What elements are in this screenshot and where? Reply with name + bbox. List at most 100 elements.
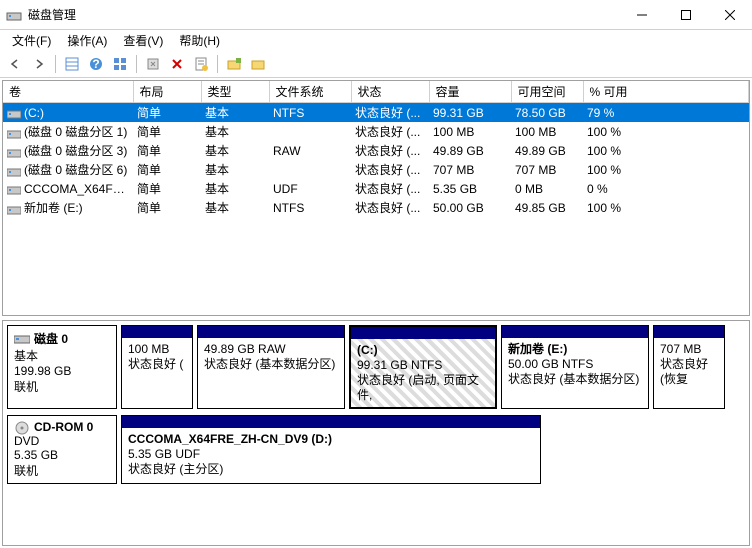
table-cell: 49.85 GB: [511, 198, 583, 217]
forward-button[interactable]: [28, 53, 50, 75]
menu-action[interactable]: 操作(A): [59, 30, 115, 51]
table-cell: 707 MB: [429, 160, 511, 179]
table-row[interactable]: (磁盘 0 磁盘分区 3)简单基本RAW状态良好 (...49.89 GB49.…: [3, 141, 749, 160]
column-header[interactable]: 卷: [3, 81, 133, 103]
disk-graphical-view: 磁盘 0 基本 199.98 GB 联机 100 MB状态良好 (49.89 G…: [2, 320, 750, 546]
partition-block[interactable]: 707 MB状态良好 (恢复: [653, 325, 725, 409]
table-cell: 49.89 GB: [511, 141, 583, 160]
view-grid-button[interactable]: [109, 53, 131, 75]
partition-header-bar: [502, 326, 648, 338]
partition-status: 状态良好 (主分区): [128, 462, 534, 477]
properties-button[interactable]: [190, 53, 212, 75]
partition-header-bar: [122, 326, 192, 338]
table-cell: 707 MB: [511, 160, 583, 179]
table-cell: UDF: [269, 179, 351, 198]
volume-name: (磁盘 0 磁盘分区 6): [24, 163, 127, 177]
table-cell: 简单: [133, 179, 201, 198]
column-header[interactable]: 类型: [201, 81, 269, 103]
delete-button[interactable]: [166, 53, 188, 75]
table-cell: 新加卷 (E:): [3, 198, 133, 217]
cdrom-icon: [14, 421, 30, 433]
partition-size: 99.31 GB NTFS: [357, 358, 489, 373]
column-header[interactable]: % 可用: [583, 81, 749, 103]
table-cell: 100 %: [583, 141, 749, 160]
drive-icon: [7, 108, 21, 118]
disk-state-0: 联机: [14, 378, 110, 395]
table-row[interactable]: (磁盘 0 磁盘分区 6)简单基本状态良好 (...707 MB707 MB10…: [3, 160, 749, 179]
volume-name: (磁盘 0 磁盘分区 1): [24, 125, 127, 139]
table-row[interactable]: (C:)简单基本NTFS状态良好 (...99.31 GB78.50 GB79 …: [3, 103, 749, 123]
folder-button[interactable]: [247, 53, 269, 75]
volume-table[interactable]: 卷布局类型文件系统状态容量可用空间% 可用 (C:)简单基本NTFS状态良好 (…: [2, 80, 750, 316]
svg-text:?: ?: [92, 57, 99, 71]
column-header[interactable]: 布局: [133, 81, 201, 103]
column-header[interactable]: 状态: [351, 81, 429, 103]
menu-view[interactable]: 查看(V): [115, 30, 171, 51]
menu-file[interactable]: 文件(F): [4, 30, 59, 51]
volume-name: (C:): [24, 106, 44, 120]
partition-status: 状态良好 (恢复: [660, 357, 718, 387]
column-header[interactable]: 容量: [429, 81, 511, 103]
table-cell: 状态良好 (...: [351, 179, 429, 198]
disk-row-0: 磁盘 0 基本 199.98 GB 联机 100 MB状态良好 (49.89 G…: [7, 325, 745, 409]
table-cell: 基本: [201, 141, 269, 160]
menubar: 文件(F) 操作(A) 查看(V) 帮助(H): [0, 30, 752, 50]
refresh-button[interactable]: [142, 53, 164, 75]
partition-block[interactable]: (C:)99.31 GB NTFS状态良好 (启动, 页面文件,: [349, 325, 497, 409]
table-cell: 100 %: [583, 122, 749, 141]
help-button[interactable]: ?: [85, 53, 107, 75]
volume-name: CCCOMA_X64FR...: [24, 182, 131, 196]
view-list-button[interactable]: [61, 53, 83, 75]
back-button[interactable]: [4, 53, 26, 75]
close-button[interactable]: [708, 0, 752, 30]
drive-icon: [7, 128, 21, 138]
table-cell: 状态良好 (...: [351, 141, 429, 160]
table-cell: 基本: [201, 179, 269, 198]
drive-icon: [7, 204, 21, 214]
table-cell: (磁盘 0 磁盘分区 1): [3, 122, 133, 141]
partition-size: 50.00 GB NTFS: [508, 357, 642, 372]
partition-size: 100 MB: [128, 342, 186, 357]
partition-body: CCCOMA_X64FRE_ZH-CN_DV9 (D:)5.35 GB UDF状…: [122, 428, 540, 483]
table-cell: [269, 122, 351, 141]
partition-body: 100 MB状态良好 (: [122, 338, 192, 408]
disk-info-0[interactable]: 磁盘 0 基本 199.98 GB 联机: [7, 325, 117, 409]
toolbar: ?: [0, 50, 752, 78]
drive-icon: [7, 166, 21, 176]
table-cell: 基本: [201, 160, 269, 179]
maximize-button[interactable]: [664, 0, 708, 30]
table-row[interactable]: (磁盘 0 磁盘分区 1)简单基本状态良好 (...100 MB100 MB10…: [3, 122, 749, 141]
table-cell: 78.50 GB: [511, 103, 583, 123]
partition-block[interactable]: CCCOMA_X64FRE_ZH-CN_DV9 (D:)5.35 GB UDF状…: [121, 415, 541, 484]
table-cell: 状态良好 (...: [351, 160, 429, 179]
table-row[interactable]: CCCOMA_X64FR...简单基本UDF状态良好 (...5.35 GB0 …: [3, 179, 749, 198]
table-row[interactable]: 新加卷 (E:)简单基本NTFS状态良好 (...50.00 GB49.85 G…: [3, 198, 749, 217]
table-cell: 0 MB: [511, 179, 583, 198]
disk-row-1: CD-ROM 0 DVD 5.35 GB 联机 CCCOMA_X64FRE_ZH…: [7, 415, 745, 484]
partition-block[interactable]: 新加卷 (E:)50.00 GB NTFS状态良好 (基本数据分区): [501, 325, 649, 409]
minimize-button[interactable]: [620, 0, 664, 30]
table-cell: 50.00 GB: [429, 198, 511, 217]
disk-name-0: 磁盘 0: [34, 330, 68, 347]
table-cell: 79 %: [583, 103, 749, 123]
disk-size-1: 5.35 GB: [14, 448, 110, 462]
column-header[interactable]: 文件系统: [269, 81, 351, 103]
partition-block[interactable]: 49.89 GB RAW状态良好 (基本数据分区): [197, 325, 345, 409]
table-cell: RAW: [269, 141, 351, 160]
partition-title: (C:): [357, 343, 489, 358]
table-cell: 49.89 GB: [429, 141, 511, 160]
disk-size-0: 199.98 GB: [14, 364, 110, 378]
drive-icon: [7, 147, 21, 157]
new-folder-button[interactable]: [223, 53, 245, 75]
menu-help[interactable]: 帮助(H): [171, 30, 228, 51]
disk-info-1[interactable]: CD-ROM 0 DVD 5.35 GB 联机: [7, 415, 117, 484]
partition-title: CCCOMA_X64FRE_ZH-CN_DV9 (D:): [128, 432, 534, 447]
column-header[interactable]: 可用空间: [511, 81, 583, 103]
table-cell: 简单: [133, 141, 201, 160]
disk-state-1: 联机: [14, 462, 110, 479]
partition-block[interactable]: 100 MB状态良好 (: [121, 325, 193, 409]
partition-body: 707 MB状态良好 (恢复: [654, 338, 724, 408]
table-cell: 状态良好 (...: [351, 103, 429, 123]
partition-status: 状态良好 (启动, 页面文件,: [357, 373, 489, 403]
table-cell: (磁盘 0 磁盘分区 6): [3, 160, 133, 179]
